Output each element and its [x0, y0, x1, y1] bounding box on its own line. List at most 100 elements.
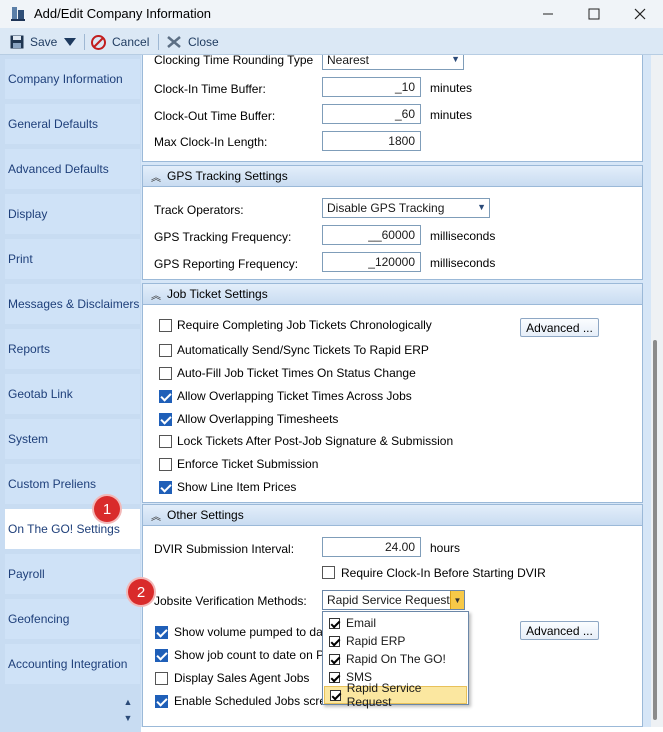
track-operators-label: Track Operators: — [154, 203, 244, 217]
show-line-item-prices-label: Show Line Item Prices — [177, 480, 297, 494]
gps-tracking-unit: milliseconds — [430, 229, 496, 243]
sidebar-item-geofencing[interactable]: Geofencing — [5, 599, 140, 639]
sidebar-item-custom-preliens[interactable]: Custom Preliens — [5, 464, 140, 504]
sidebar-item-on-the-go-settings[interactable]: On The GO! Settings — [5, 509, 140, 549]
gps-reporting-frequency-input[interactable]: _120000 — [322, 252, 421, 272]
app-icon — [11, 7, 25, 21]
sidebar-item-reports[interactable]: Reports — [5, 329, 140, 369]
rounding-type-label: Clocking Time Rounding Type — [154, 55, 314, 67]
callout-badge-2: 2 — [128, 579, 154, 605]
sidebar-item-system[interactable]: System — [5, 419, 140, 459]
enforce-submission-checkbox[interactable] — [159, 458, 172, 471]
close-button[interactable]: Close — [166, 32, 219, 52]
rounding-type-select[interactable]: Nearest ▼ — [322, 55, 464, 70]
auto-send-sync-checkbox[interactable] — [159, 344, 172, 357]
show-job-count-checkbox[interactable] — [155, 649, 168, 662]
require-clock-in-dvir-label: Require Clock-In Before Starting DVIR — [341, 566, 546, 580]
method-checkbox[interactable] — [329, 653, 340, 665]
save-button[interactable]: Save — [10, 32, 57, 52]
max-clock-in-input[interactable]: 1800 — [322, 131, 421, 151]
gps-reporting-unit: milliseconds — [430, 256, 496, 270]
allow-overlapping-timesheets-checkbox[interactable] — [159, 413, 172, 426]
sidebar-item-general-defaults[interactable]: General Defaults — [5, 104, 140, 144]
close-label: Close — [188, 35, 219, 49]
sidebar-scroll-up-button[interactable]: ▲ — [121, 696, 135, 708]
window-title: Add/Edit Company Information — [34, 6, 212, 21]
sidebar-item-print[interactable]: Print — [5, 239, 140, 279]
show-job-count-label: Show job count to date on Profi — [174, 648, 341, 662]
gps-section-header[interactable]: ︽ GPS Tracking Settings — [142, 165, 643, 187]
track-operators-select[interactable]: Disable GPS Tracking ▼ — [322, 198, 490, 218]
sidebar-item-accounting-integration[interactable]: Accounting Integration — [5, 644, 140, 684]
method-checkbox[interactable] — [329, 617, 340, 629]
method-option-rapid-erp[interactable]: Rapid ERP — [324, 632, 467, 650]
clock-in-buffer-input[interactable]: _10 — [322, 77, 421, 97]
jobsite-verification-select[interactable]: Rapid Service Request — [322, 590, 465, 610]
sidebar-item-company-information[interactable]: Company Information — [5, 59, 140, 99]
method-checkbox[interactable] — [330, 689, 341, 701]
job-ticket-section-header[interactable]: ︽ Job Ticket Settings — [142, 283, 643, 305]
cancel-button[interactable]: Cancel — [91, 32, 149, 52]
method-checkbox[interactable] — [329, 671, 340, 683]
lock-tickets-label: Lock Tickets After Post-Job Signature & … — [177, 434, 454, 448]
content-scrollbar-thumb[interactable] — [653, 340, 657, 720]
show-line-item-prices-checkbox[interactable] — [159, 481, 172, 494]
save-dropdown-button[interactable] — [64, 32, 76, 52]
collapse-icon: ︽ — [151, 511, 161, 523]
sidebar-item-advanced-defaults[interactable]: Advanced Defaults — [5, 149, 140, 189]
enable-scheduled-jobs-label: Enable Scheduled Jobs screen — [174, 694, 340, 708]
close-window-button[interactable] — [617, 0, 663, 28]
clock-out-unit: minutes — [430, 108, 473, 122]
auto-fill-times-checkbox[interactable] — [159, 367, 172, 380]
show-volume-pumped-checkbox[interactable] — [155, 626, 168, 639]
lock-tickets-checkbox[interactable] — [159, 435, 172, 448]
chevron-up-icon: ▲ — [123, 697, 133, 707]
chevron-down-icon: ▼ — [451, 55, 460, 64]
clock-out-buffer-label: Clock-Out Time Buffer: — [154, 109, 276, 123]
require-chronological-label: Require Completing Job Tickets Chronolog… — [177, 318, 432, 332]
method-option-rapid-service-request[interactable]: Rapid Service Request — [324, 681, 467, 709]
minimize-button[interactable] — [525, 0, 571, 28]
toolbar-divider — [84, 34, 85, 50]
jobsite-verification-dropdown: Email Rapid ERP Rapid On The GO! SMS Rap… — [322, 611, 469, 709]
sidebar-item-display[interactable]: Display — [5, 194, 140, 234]
require-chronological-checkbox[interactable] — [159, 319, 172, 332]
enable-scheduled-jobs-checkbox[interactable] — [155, 695, 168, 708]
chevron-down-icon: ▼ — [123, 713, 133, 723]
allow-overlapping-ticket-times-checkbox[interactable] — [159, 390, 172, 403]
maximize-button[interactable] — [571, 0, 617, 28]
jobsite-dropdown-button[interactable]: ▼ — [450, 591, 464, 609]
jobsite-verification-label: Jobsite Verification Methods: — [154, 594, 307, 608]
toolbar-divider — [158, 34, 159, 50]
method-option-email[interactable]: Email — [324, 614, 467, 632]
other-advanced-button[interactable]: Advanced ... — [520, 621, 599, 640]
auto-fill-times-label: Auto-Fill Job Ticket Times On Status Cha… — [177, 366, 416, 380]
cancel-label: Cancel — [112, 35, 150, 49]
chevron-down-icon: ▼ — [453, 595, 462, 605]
dvir-interval-unit: hours — [430, 541, 461, 555]
sidebar-item-payroll[interactable]: Payroll — [5, 554, 140, 594]
gps-reporting-frequency-label: GPS Reporting Frequency: — [154, 257, 299, 271]
chevron-down-icon — [64, 38, 76, 46]
maximize-icon — [588, 8, 600, 20]
dvir-interval-label: DVIR Submission Interval: — [154, 542, 295, 556]
display-sales-agent-jobs-checkbox[interactable] — [155, 672, 168, 685]
method-option-rapid-on-the-go[interactable]: Rapid On The GO! — [324, 650, 467, 668]
job-ticket-advanced-button[interactable]: Advanced ... — [520, 318, 599, 337]
callout-badge-1: 1 — [94, 496, 120, 522]
clock-in-unit: minutes — [430, 81, 473, 95]
clock-out-buffer-input[interactable]: _60 — [322, 104, 421, 124]
collapse-icon: ︽ — [151, 172, 161, 184]
dvir-interval-input[interactable]: 24.00 — [322, 537, 421, 557]
sidebar-item-geotab-link[interactable]: Geotab Link — [5, 374, 140, 414]
method-checkbox[interactable] — [329, 635, 340, 647]
other-section-header[interactable]: ︽ Other Settings — [142, 504, 643, 526]
gps-tracking-frequency-input[interactable]: __60000 — [322, 225, 421, 245]
max-clock-in-label: Max Clock-In Length: — [154, 135, 268, 149]
title-bar: Add/Edit Company Information — [0, 0, 663, 28]
require-clock-in-dvir-checkbox[interactable] — [322, 566, 335, 579]
toolbar: Save Cancel Close — [0, 28, 663, 55]
sidebar-item-messages-disclaimers[interactable]: Messages & Disclaimers — [5, 284, 140, 324]
collapse-icon: ︽ — [151, 290, 161, 302]
sidebar-scroll-down-button[interactable]: ▼ — [121, 712, 135, 724]
